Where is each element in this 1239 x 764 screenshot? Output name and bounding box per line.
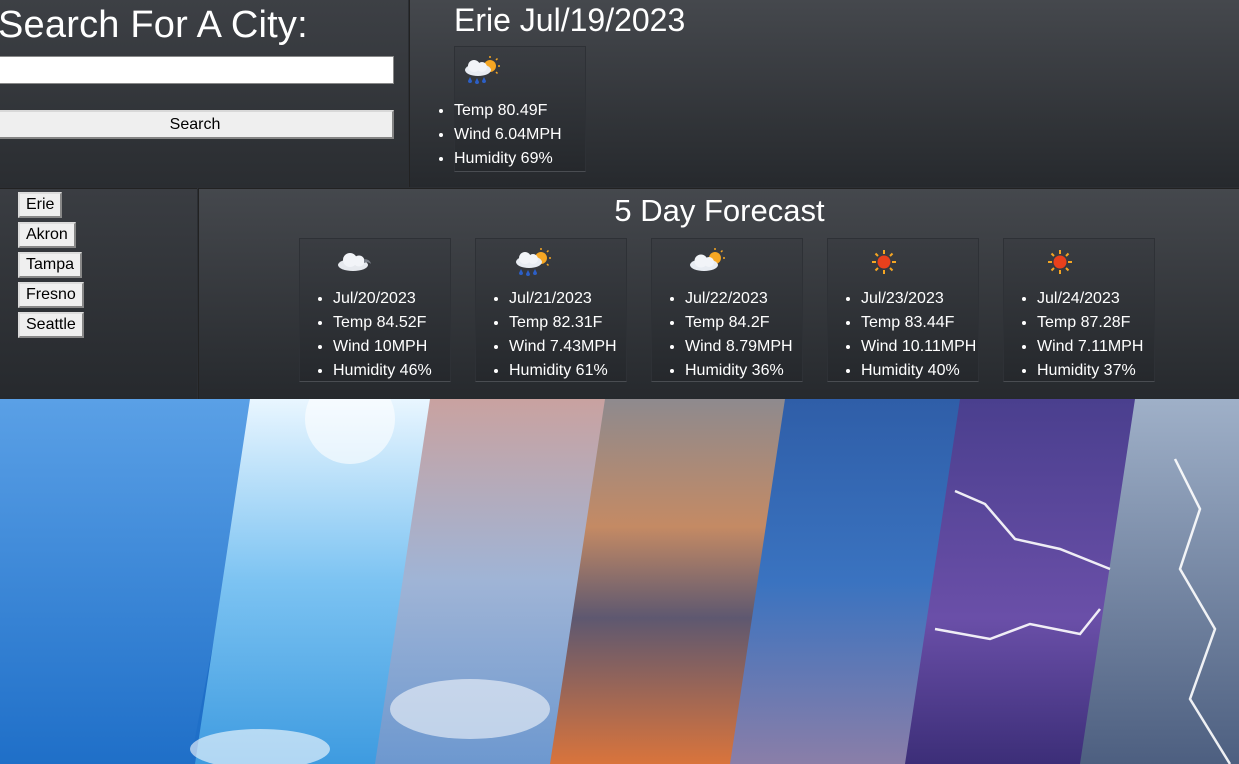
history-city-button[interactable]: Akron	[18, 222, 76, 248]
forecast-humidity: Humidity 40%	[861, 359, 976, 383]
rain-sun-icon	[516, 248, 551, 276]
forecast-temp: Temp 83.44F	[861, 311, 976, 335]
forecast-heading: 5 Day Forecast	[614, 193, 825, 228]
forecast-card: Jul/23/2023 Temp 83.44F Wind 10.11MPH Hu…	[827, 238, 979, 382]
current-city-title: Erie Jul/19/2023	[454, 2, 686, 38]
forecast-humidity: Humidity 46%	[333, 359, 432, 383]
forecast-temp: Temp 84.52F	[333, 311, 432, 335]
search-heading: Search For A City:	[0, 4, 308, 46]
forecast-details: Jul/23/2023 Temp 83.44F Wind 10.11MPH Hu…	[841, 287, 976, 383]
forecast-humidity: Humidity 37%	[1037, 359, 1143, 383]
sun-icon	[1048, 250, 1072, 274]
current-humidity: Humidity 69%	[454, 147, 562, 171]
forecast-card: Jul/24/2023 Temp 87.28F Wind 7.11MPH Hum…	[1003, 238, 1155, 382]
forecast-wind: Wind 7.11MPH	[1037, 335, 1143, 359]
forecast-temp: Temp 82.31F	[509, 311, 617, 335]
search-button[interactable]: Search	[0, 110, 394, 139]
forecast-details: Jul/24/2023 Temp 87.28F Wind 7.11MPH Hum…	[1017, 287, 1143, 383]
forecast-wind: Wind 8.79MPH	[685, 335, 793, 359]
current-temp: Temp 80.49F	[454, 99, 562, 123]
forecast-date: Jul/24/2023	[1037, 287, 1143, 311]
city-search-input[interactable]	[0, 56, 394, 84]
history-city-button[interactable]: Erie	[18, 192, 63, 218]
forecast-humidity: Humidity 61%	[509, 359, 617, 383]
history-city-button[interactable]: Seattle	[18, 312, 84, 338]
current-weather-panel: Erie Jul/19/2023 Temp 80.49F Wind 6.04MP…	[409, 0, 1239, 187]
forecast-date: Jul/23/2023	[861, 287, 976, 311]
forecast-date: Jul/20/2023	[333, 287, 432, 311]
search-history-panel: Erie Akron Tampa Fresno Seattle	[0, 188, 197, 400]
search-panel: Search For A City: Search	[0, 0, 408, 187]
history-city-button[interactable]: Fresno	[18, 282, 84, 308]
history-city-button[interactable]: Tampa	[18, 252, 83, 278]
current-weather-card: Temp 80.49F Wind 6.04MPH Humidity 69%	[454, 46, 586, 172]
forecast-humidity: Humidity 36%	[685, 359, 793, 383]
rain-sun-icon	[465, 56, 500, 84]
forecast-temp: Temp 84.2F	[685, 311, 793, 335]
forecast-date: Jul/22/2023	[685, 287, 793, 311]
forecast-details: Jul/20/2023 Temp 84.52F Wind 10MPH Humid…	[313, 287, 432, 383]
forecast-card: Jul/20/2023 Temp 84.52F Wind 10MPH Humid…	[299, 238, 451, 382]
forecast-wind: Wind 7.43MPH	[509, 335, 617, 359]
weather-collage-background	[0, 399, 1239, 764]
partly-cloudy-icon	[690, 248, 725, 271]
forecast-card: Jul/21/2023 Temp 82.31F Wind 7.43MPH Hum…	[475, 238, 627, 382]
forecast-card: Jul/22/2023 Temp 84.2F Wind 8.79MPH Humi…	[651, 238, 803, 382]
cloud-icon	[338, 253, 371, 271]
current-wind: Wind 6.04MPH	[454, 123, 562, 147]
forecast-wind: Wind 10MPH	[333, 335, 432, 359]
current-weather-details: Temp 80.49F Wind 6.04MPH Humidity 69%	[435, 99, 562, 171]
forecast-wind: Wind 10.11MPH	[861, 335, 976, 359]
sun-icon	[872, 250, 896, 274]
forecast-date: Jul/21/2023	[509, 287, 617, 311]
forecast-details: Jul/22/2023 Temp 84.2F Wind 8.79MPH Humi…	[665, 287, 793, 383]
forecast-panel: 5 Day Forecast Jul/20/2023 Temp 84.52F W…	[198, 188, 1239, 400]
forecast-details: Jul/21/2023 Temp 82.31F Wind 7.43MPH Hum…	[489, 287, 617, 383]
forecast-temp: Temp 87.28F	[1037, 311, 1143, 335]
